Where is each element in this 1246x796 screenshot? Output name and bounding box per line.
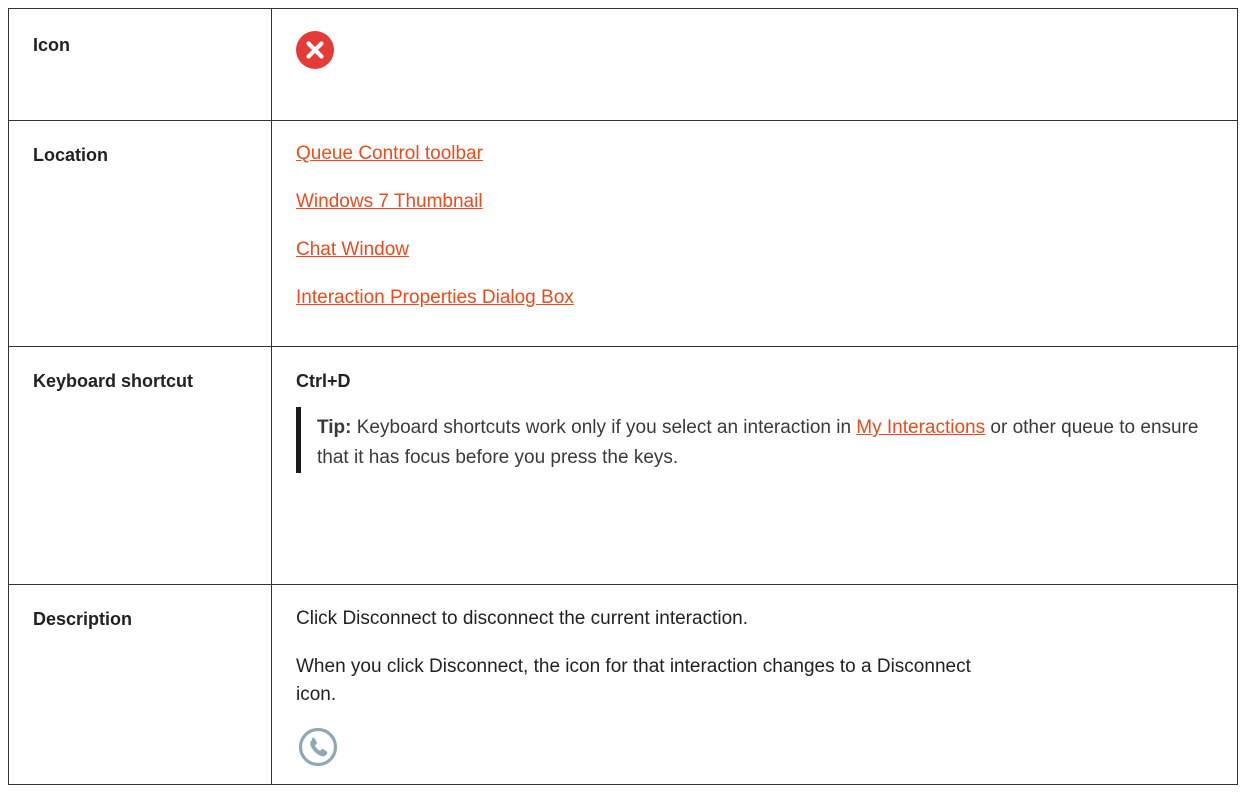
row-label-icon: Icon — [8, 8, 272, 121]
link-chat-window[interactable]: Chat Window — [296, 237, 1237, 263]
phone-disconnected-icon — [296, 725, 340, 769]
description-line-2: When you click Disconnect, the icon for … — [296, 656, 971, 705]
description-line-1: Click Disconnect to disconnect the curre… — [296, 608, 748, 629]
close-circle-icon — [296, 31, 334, 69]
row-value-keyboard-shortcut: Ctrl+D Tip: Keyboard shortcuts work only… — [271, 346, 1238, 585]
link-my-interactions[interactable]: My Interactions — [856, 417, 985, 438]
table-row-description: Description Click Disconnect to disconne… — [8, 584, 1238, 785]
row-value-description: Click Disconnect to disconnect the curre… — [271, 584, 1238, 785]
table-row-keyboard-shortcut: Keyboard shortcut Ctrl+D Tip: Keyboard s… — [8, 346, 1238, 585]
link-windows-7-thumbnail[interactable]: Windows 7 Thumbnail — [296, 189, 1237, 215]
tip-text-before: Keyboard shortcuts work only if you sele… — [351, 417, 857, 438]
link-interaction-properties-dialog-box[interactable]: Interaction Properties Dialog Box — [296, 285, 1237, 311]
shortcut-key: Ctrl+D — [296, 371, 351, 391]
link-queue-control-toolbar[interactable]: Queue Control toolbar — [296, 141, 1237, 167]
properties-table: Icon Location Queue Control toolbar Wind… — [8, 8, 1238, 785]
row-label-description: Description — [8, 584, 272, 785]
row-value-location: Queue Control toolbar Windows 7 Thumbnai… — [271, 120, 1238, 347]
row-value-icon — [271, 8, 1238, 121]
table-row-icon: Icon — [8, 8, 1238, 121]
row-label-keyboard-shortcut: Keyboard shortcut — [8, 346, 272, 585]
row-label-location: Location — [8, 120, 272, 347]
tip-note: Tip: Keyboard shortcuts work only if you… — [296, 407, 1224, 473]
table-row-location: Location Queue Control toolbar Windows 7… — [8, 120, 1238, 347]
tip-label: Tip: — [317, 417, 352, 438]
